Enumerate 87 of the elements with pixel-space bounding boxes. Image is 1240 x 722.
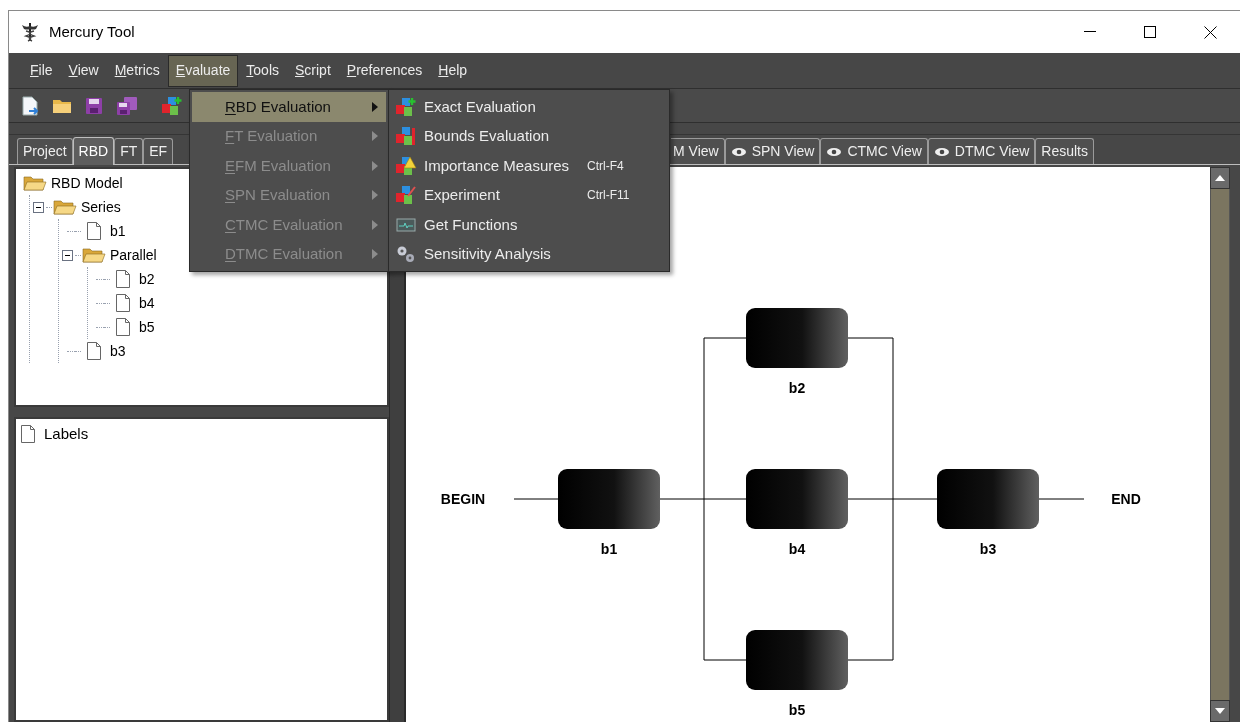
- menu-item[interactable]: Evaluate: [167, 54, 239, 87]
- scroll-up-icon: [1215, 175, 1225, 181]
- tree-item[interactable]: RBD Model: [51, 172, 123, 194]
- submenu-arrow-icon: [372, 219, 378, 230]
- eye-icon: [730, 146, 747, 157]
- menu-option[interactable]: RBD Evaluation: [192, 92, 386, 122]
- block[interactable]: [746, 469, 848, 529]
- folder-icon: [53, 199, 77, 215]
- block[interactable]: [937, 469, 1039, 529]
- tree-item[interactable]: b5: [139, 316, 155, 338]
- floppy-disks-icon[interactable]: [116, 95, 138, 116]
- tree-item[interactable]: Labels: [44, 422, 89, 446]
- tab[interactable]: DTMC View: [927, 138, 1036, 164]
- block[interactable]: [558, 469, 660, 529]
- menu-option[interactable]: Exact Evaluation: [389, 92, 669, 122]
- blocks-plus-icon: [395, 96, 417, 117]
- menu-item[interactable]: Tools: [238, 54, 287, 87]
- tab[interactable]: Results: [1035, 138, 1094, 164]
- close-icon: [1203, 25, 1217, 39]
- minimize-icon: [1084, 31, 1096, 33]
- menu-option[interactable]: Bounds Evaluation: [389, 121, 669, 151]
- block-label: b3: [979, 541, 997, 557]
- new-file-icon[interactable]: [21, 95, 39, 116]
- block-label: b2: [788, 380, 806, 396]
- folder-icon: [23, 175, 47, 191]
- menu-option[interactable]: Experiment Ctrl-F11: [389, 180, 669, 210]
- submenu-arrow-icon: [372, 160, 378, 171]
- blocks-pencil-icon: [395, 185, 417, 206]
- tab[interactable]: EF: [143, 138, 174, 164]
- tree-item[interactable]: b3: [110, 340, 126, 362]
- file-icon: [115, 293, 131, 313]
- scroll-down-icon: [1215, 708, 1225, 714]
- tree-item[interactable]: b4: [139, 292, 155, 314]
- connector-line: [1038, 498, 1085, 500]
- menu-option[interactable]: Sensitivity Analysis: [389, 239, 669, 269]
- maximize-icon: [1144, 26, 1156, 38]
- file-icon: [20, 424, 36, 444]
- menu-item[interactable]: View: [60, 54, 107, 87]
- tree-item[interactable]: Parallel: [110, 244, 157, 266]
- menu-item[interactable]: Script: [287, 54, 339, 87]
- gears-icon: [396, 245, 416, 264]
- file-icon: [115, 317, 131, 337]
- tree-item[interactable]: Series: [81, 196, 121, 218]
- block[interactable]: [746, 308, 848, 368]
- submenu-arrow-icon: [372, 190, 378, 201]
- file-icon: [115, 269, 131, 289]
- end-label: END: [1111, 491, 1141, 507]
- collapse-toggle[interactable]: [61, 249, 73, 261]
- block-label: b5: [788, 702, 806, 718]
- begin-label: BEGIN: [440, 491, 486, 507]
- monitor-pulse-icon: [396, 216, 416, 233]
- file-icon: [86, 221, 102, 241]
- block-label: b4: [788, 541, 806, 557]
- shortcut-label: Ctrl-F11: [587, 187, 631, 205]
- tree-item[interactable]: b1: [110, 220, 126, 242]
- block[interactable]: [746, 630, 848, 690]
- scrollbar[interactable]: [1210, 167, 1230, 722]
- eye-icon: [933, 146, 950, 157]
- menu-item[interactable]: Help: [430, 54, 476, 87]
- window-title: Mercury Tool: [49, 21, 135, 42]
- submenu-arrow-icon: [372, 131, 378, 142]
- blocks-warning-icon: [395, 155, 417, 176]
- connector-line: [513, 498, 559, 500]
- shortcut-label: Ctrl-F4: [587, 157, 625, 175]
- add-block-icon[interactable]: [161, 95, 183, 116]
- blocks-bar-icon: [395, 126, 417, 147]
- menu-option[interactable]: Get Functions: [389, 210, 669, 240]
- folder-icon: [82, 247, 106, 263]
- collapse-toggle[interactable]: [32, 201, 44, 213]
- tab[interactable]: SPN View: [724, 138, 821, 164]
- menu-option[interactable]: Importance Measures Ctrl-F4: [389, 151, 669, 181]
- folder-icon[interactable]: [52, 97, 72, 114]
- tab[interactable]: M View: [671, 138, 725, 164]
- tree-item[interactable]: b2: [139, 268, 155, 290]
- menu-item[interactable]: Metrics: [106, 54, 168, 87]
- submenu-arrow-icon: [372, 101, 378, 112]
- tab[interactable]: FT: [114, 138, 144, 164]
- submenu-arrow-icon: [372, 249, 378, 260]
- eye-icon: [826, 146, 843, 157]
- tab[interactable]: CTMC View: [820, 138, 928, 164]
- menu-item[interactable]: Preferences: [338, 54, 431, 87]
- block-label: b1: [600, 541, 618, 557]
- tab[interactable]: Project: [17, 138, 73, 164]
- file-icon: [86, 341, 102, 361]
- tab[interactable]: RBD: [72, 137, 115, 165]
- caduceus-icon: [21, 22, 39, 42]
- menu-item[interactable]: File: [22, 54, 61, 87]
